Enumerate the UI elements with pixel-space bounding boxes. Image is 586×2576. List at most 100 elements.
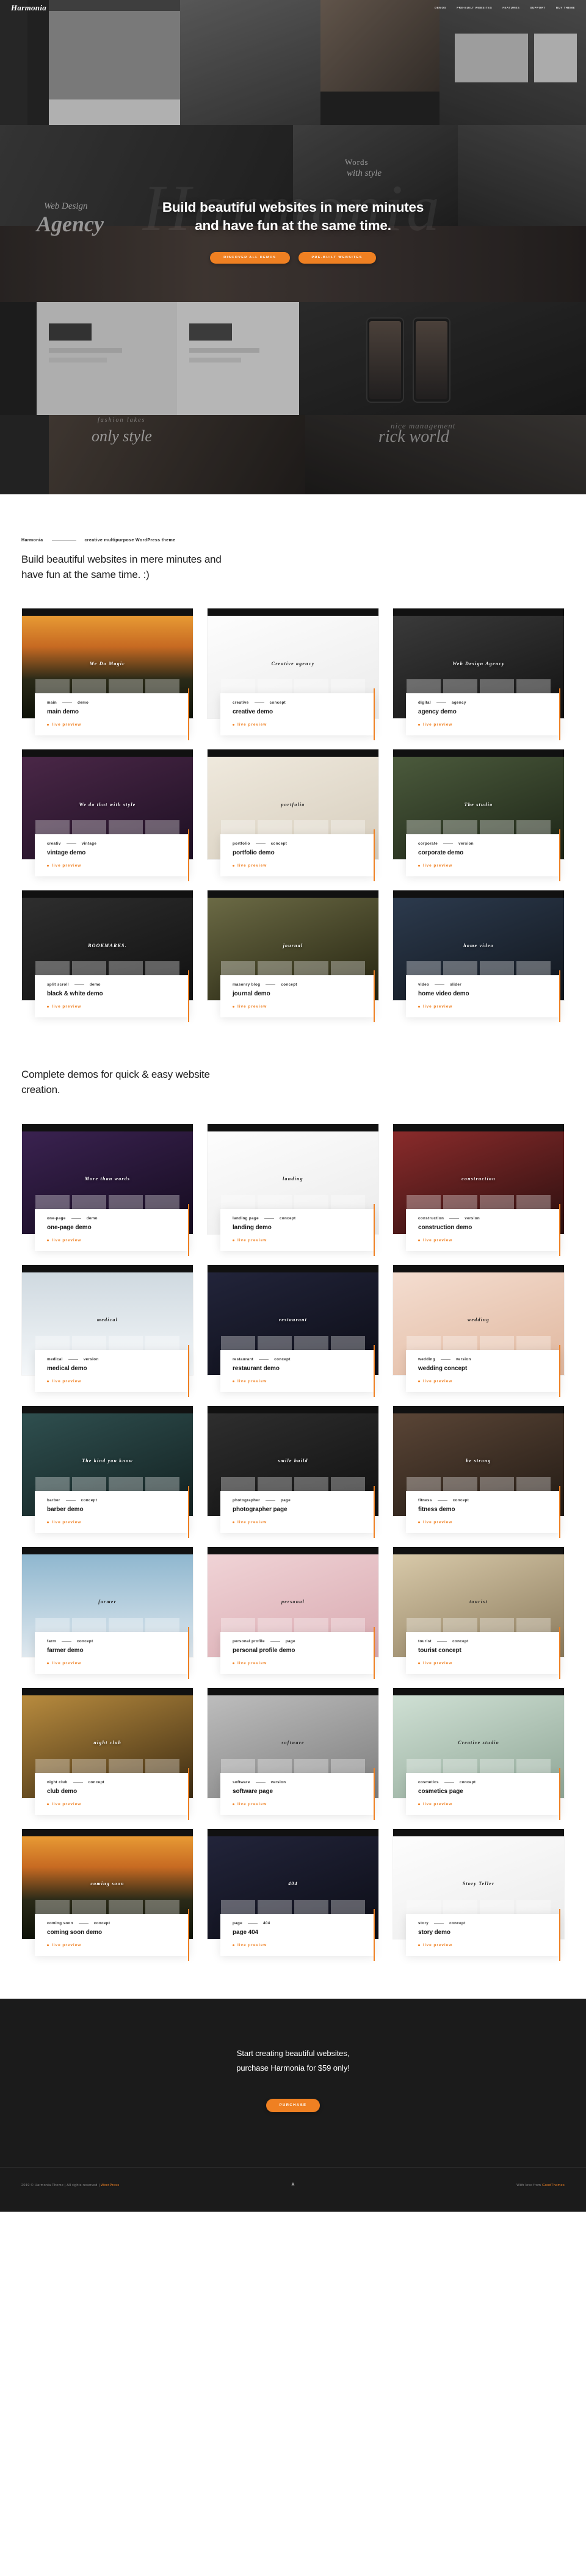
live-preview-link[interactable]: live preview <box>237 864 267 868</box>
live-preview-row[interactable]: live preview <box>47 1802 189 1806</box>
site-logo[interactable]: Harmonia <box>11 3 46 13</box>
live-preview-link[interactable]: live preview <box>423 1238 452 1243</box>
demo-card[interactable]: We do that with style creativ vintage vinta… <box>21 749 194 882</box>
demo-card[interactable]: medical medical version medical demo live pr… <box>21 1264 194 1397</box>
demo-tag-left: split scroll <box>47 983 69 987</box>
live-preview-link[interactable]: live preview <box>423 1005 452 1009</box>
discover-all-demos-button[interactable]: DISCOVER ALL DEMOS <box>210 252 290 264</box>
live-preview-link[interactable]: live preview <box>423 1520 452 1524</box>
live-preview-link[interactable]: live preview <box>423 723 452 727</box>
demo-card[interactable]: The studio corporate version corporate demo… <box>392 749 565 882</box>
demo-card-meta: construction version construction demo live… <box>406 1203 560 1256</box>
live-preview-row[interactable]: live preview <box>418 1379 560 1384</box>
demo-card[interactable]: Story Teller story concept story demo live p… <box>392 1828 565 1961</box>
live-preview-link[interactable]: live preview <box>237 1238 267 1243</box>
demo-card[interactable]: home video video slider home video demo live… <box>392 890 565 1023</box>
demo-card[interactable]: tourist tourist concept tourist concept live… <box>392 1546 565 1679</box>
live-preview-row[interactable]: live preview <box>233 1005 374 1009</box>
demo-card[interactable]: The kind you know barber concept barber dem… <box>21 1405 194 1538</box>
demo-card[interactable]: Creative studio cosmetics concept cosmetics… <box>392 1687 565 1820</box>
live-preview-link[interactable]: live preview <box>237 1005 267 1009</box>
thumbnail-headline: landing <box>283 1176 303 1182</box>
live-preview-link[interactable]: live preview <box>52 1238 81 1243</box>
live-preview-row[interactable]: live preview <box>47 1005 189 1009</box>
live-preview-link[interactable]: live preview <box>423 1661 452 1665</box>
nav-item-pre-built-websites[interactable]: PRE-BUILT WEBSITES <box>457 0 492 16</box>
live-preview-link[interactable]: live preview <box>423 1802 452 1806</box>
live-preview-link[interactable]: live preview <box>237 1661 267 1665</box>
demo-card[interactable]: portfolio portfolio concept portfolio demo l… <box>207 749 379 882</box>
demo-card[interactable]: 404 page 404 page 404 live preview <box>207 1828 379 1961</box>
demo-card-tags: night club concept <box>47 1780 189 1784</box>
live-preview-row[interactable]: live preview <box>47 864 189 868</box>
live-preview-row[interactable]: live preview <box>233 1802 374 1806</box>
purchase-button[interactable]: PURCHASE <box>266 2098 320 2112</box>
demo-card[interactable]: We Do Magic main demo main demo live preview <box>21 608 194 741</box>
live-preview-link[interactable]: live preview <box>423 1379 452 1384</box>
demo-card[interactable]: night club night club concept club demo live… <box>21 1687 194 1820</box>
live-preview-row[interactable]: live preview <box>418 1238 560 1243</box>
live-preview-link[interactable]: live preview <box>237 1520 267 1524</box>
demo-card[interactable]: More than words one-page demo one-page demo… <box>21 1123 194 1256</box>
demo-card[interactable]: BOOKMARKS. split scroll demo black & white … <box>21 890 194 1023</box>
live-preview-row[interactable]: live preview <box>233 723 374 727</box>
demo-card[interactable]: Web Design Agency digital agency agency dem… <box>392 608 565 741</box>
live-preview-row[interactable]: live preview <box>233 1238 374 1243</box>
live-preview-link[interactable]: live preview <box>52 723 81 727</box>
demo-card[interactable]: landing landing page concept landing demo li… <box>207 1123 379 1256</box>
footer-wordpress-link[interactable]: WordPress <box>101 2184 119 2187</box>
live-preview-link[interactable]: live preview <box>237 1802 267 1806</box>
demo-card[interactable]: Creative agency creative concept creative d… <box>207 608 379 741</box>
live-preview-link[interactable]: live preview <box>52 1379 81 1384</box>
demo-card[interactable]: construction construction version construct… <box>392 1123 565 1256</box>
demo-card[interactable]: farmer farm concept farmer demo live preview <box>21 1546 194 1679</box>
live-preview-row[interactable]: live preview <box>418 1520 560 1524</box>
nav-item-support[interactable]: SUPPORT <box>530 0 545 16</box>
demo-card[interactable]: be strong fitness concept fitness demo live … <box>392 1405 565 1538</box>
live-preview-link[interactable]: live preview <box>52 1520 81 1524</box>
nav-item-buy-theme[interactable]: BUY THEME <box>556 0 575 16</box>
nav-item-features[interactable]: FEATURES <box>502 0 519 16</box>
bullet-icon <box>233 1380 234 1382</box>
live-preview-row[interactable]: live preview <box>233 1661 374 1665</box>
live-preview-row[interactable]: live preview <box>418 864 560 868</box>
chevron-up-icon[interactable]: ▲ <box>291 2181 296 2187</box>
live-preview-link[interactable]: live preview <box>237 723 267 727</box>
live-preview-link[interactable]: live preview <box>52 1005 81 1009</box>
live-preview-row[interactable]: live preview <box>233 864 374 868</box>
demo-card[interactable]: smile build photographer page photographer … <box>207 1405 379 1538</box>
demo-card[interactable]: journal masonry blog concept journal demo li… <box>207 890 379 1023</box>
live-preview-link[interactable]: live preview <box>423 1943 452 1947</box>
live-preview-row[interactable]: live preview <box>418 1802 560 1806</box>
live-preview-row[interactable]: live preview <box>233 1520 374 1524</box>
demo-card[interactable]: wedding wedding version wedding concept live… <box>392 1264 565 1397</box>
live-preview-row[interactable]: live preview <box>233 1379 374 1384</box>
live-preview-link[interactable]: live preview <box>423 864 452 868</box>
live-preview-row[interactable]: live preview <box>418 1661 560 1665</box>
live-preview-row[interactable]: live preview <box>47 723 189 727</box>
live-preview-row[interactable]: live preview <box>418 1943 560 1947</box>
live-preview-row[interactable]: live preview <box>47 1238 189 1243</box>
nav-item-demos[interactable]: DEMOS <box>435 0 446 16</box>
live-preview-link[interactable]: live preview <box>52 1661 81 1665</box>
live-preview-row[interactable]: live preview <box>47 1661 189 1665</box>
demo-card[interactable]: personal personal profile page personal pro… <box>207 1546 379 1679</box>
demo-card[interactable]: coming soon coming soon concept coming soon… <box>21 1828 194 1961</box>
demo-card[interactable]: restaurant restaurant concept restaurant de… <box>207 1264 379 1397</box>
thumbnail-browser-bar <box>393 1405 564 1413</box>
live-preview-row[interactable]: live preview <box>233 1943 374 1947</box>
live-preview-row[interactable]: live preview <box>47 1943 189 1947</box>
live-preview-row[interactable]: live preview <box>47 1520 189 1524</box>
live-preview-link[interactable]: live preview <box>237 1379 267 1384</box>
footer-goodthemes-link[interactable]: GoodThemes <box>542 2184 565 2187</box>
live-preview-link[interactable]: live preview <box>52 1943 81 1947</box>
live-preview-row[interactable]: live preview <box>47 1379 189 1384</box>
demo-card[interactable]: software software version software page live… <box>207 1687 379 1820</box>
pre-built-websites-button[interactable]: PRE-BUILT WEBSITES <box>298 252 376 264</box>
live-preview-link[interactable]: live preview <box>237 1943 267 1947</box>
live-preview-link[interactable]: live preview <box>52 864 81 868</box>
live-preview-row[interactable]: live preview <box>418 723 560 727</box>
live-preview-row[interactable]: live preview <box>418 1005 560 1009</box>
live-preview-link[interactable]: live preview <box>52 1802 81 1806</box>
demos-section: Harmonia creative multipurpose WordPress… <box>0 494 586 1030</box>
